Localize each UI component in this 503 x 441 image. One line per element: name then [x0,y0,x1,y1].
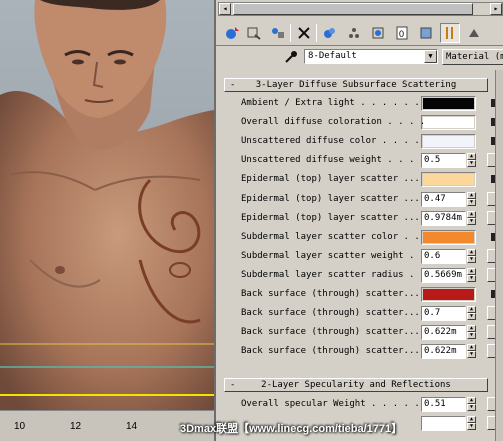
viewport[interactable]: 10 12 14 [0,0,214,441]
material-name-row: 8-Default ▼ Material (mi [216,46,503,68]
parameter-row: Subdermal layer scatter radius . . 0.5669… [216,267,499,283]
spinner-arrows-icon[interactable]: ▲ ▼ [467,191,476,207]
parameter-label: Subdermal layer scatter color . . [241,231,420,242]
timeline-tick: 10 [14,421,26,432]
value-spinner-field[interactable]: 0.6 [421,248,466,264]
reset-icon[interactable] [294,23,314,43]
spinner-arrows-icon[interactable]: ▲ ▼ [467,210,476,226]
parameter-row: Epidermal (top) layer scatter ... 0.9784m… [216,210,499,226]
parameter-label: Overall specular Weight . . . . . [241,399,420,409]
value-spinner-field[interactable] [421,416,466,432]
eyedropper-icon[interactable] [284,50,298,67]
scroll-right-arrow-icon[interactable]: ▸ [490,3,502,15]
make-unique-icon[interactable] [344,23,364,43]
color-swatch[interactable] [421,229,476,245]
rollout-title: 3-Layer Diffuse Subsurface Scattering [255,80,457,90]
parameter-label: Epidermal (top) layer scatter ... [241,193,420,204]
color-swatch[interactable] [421,96,476,111]
parameter-row: Back surface (through) scatter... 0.622m ▲… [216,324,499,341]
parameter-row: Epidermal (top) layer scatter ... [216,171,495,188]
parameter-row: Overall specular Weight . . . . . 0.51 ▲ ▼ [216,396,499,412]
put-to-library-icon[interactable] [368,23,388,43]
value-spinner-field[interactable]: 0.7 [421,306,466,322]
parameter-row: Overall diffuse coloration . . . . [216,114,495,131]
color-swatch[interactable] [421,172,476,188]
spinner-arrows-icon[interactable]: ▲ ▼ [467,153,476,168]
copy-material-icon[interactable] [320,23,340,43]
color-swatch[interactable] [421,134,476,150]
parameter-label: Unscattered diffuse weight . . . . [241,155,426,166]
value-spinner-field[interactable]: 0.5669m [421,267,466,283]
value-spinner-field[interactable]: 0.622m [421,325,466,341]
material-effects-channel-icon[interactable]: 0 [392,23,412,43]
value-spinner-field[interactable]: 0.9784m [421,210,466,226]
put-to-scene-icon[interactable] [244,23,264,43]
rollout-title: 2-Layer Specularity and Reflections [261,380,451,390]
parameter-label: Subdermal layer scatter radius . . [241,269,426,280]
material-type-button[interactable]: Material (mi [442,49,503,65]
editor-scrollbar[interactable] [495,70,503,441]
parameter-row: Back surface (through) scatter... [216,286,495,302]
parameter-row: Back surface (through) scatter... 0.7 ▲ ▼ [216,305,499,322]
spinner-arrows-icon[interactable]: ▲ ▼ [467,248,476,264]
parameter-label: Subdermal layer scatter weight . . [241,250,426,261]
parameter-row: Epidermal (top) layer scatter ... 0.47 ▲ ▼ [216,191,499,207]
spinner-arrows-icon[interactable]: ▲ ▼ [467,397,476,412]
timeline-tick: 12 [70,421,82,432]
sample-slots-scrollbar[interactable]: ◂ ▸ [218,2,503,16]
parameter-label: Unscattered diffuse color . . . . . [241,136,431,147]
parameter-label: Ambient / Extra light . . . . . . . [241,98,431,108]
scroll-left-arrow-icon[interactable]: ◂ [219,3,231,15]
parameter-label: Overall diffuse coloration . . . . [241,117,426,128]
parameter-label: Back surface (through) scatter... [241,308,420,319]
parameter-label: Epidermal (top) layer scatter ... [241,174,420,185]
value-spinner-field[interactable]: 0.622m [421,344,466,360]
spinner-arrows-icon[interactable]: ▲ ▼ [467,267,476,283]
spinner-arrows-icon[interactable]: ▲ ▼ [467,344,476,359]
parameter-label: Back surface (through) scatter... [241,289,420,299]
parameter-row: Subdermal layer scatter color . . [216,229,495,245]
spinner-arrows-icon[interactable]: ▲ ▼ [467,306,476,321]
parameter-row: Subdermal layer scatter weight . . 0.6 ▲ ▼ [216,248,499,264]
value-spinner-field[interactable]: 0.5 [421,153,466,169]
parameter-row: Ambient / Extra light . . . . . . . [216,95,495,111]
spinner-arrows-icon[interactable]: ▲ ▼ [467,416,476,431]
watermark: 3Dmax联盟【www.linecg.com/tieba/1771】 [180,423,403,435]
scrollbar-thumb[interactable] [233,3,473,15]
material-name-field[interactable]: 8-Default [304,49,438,64]
value-spinner-field[interactable]: 0.51 [421,397,466,412]
chevron-down-icon[interactable]: ▼ [424,50,437,63]
parameter-label: Back surface (through) scatter... [241,327,420,338]
rollout-subsurface-header[interactable]: - 3-Layer Diffuse Subsurface Scattering [224,78,488,92]
color-swatch[interactable] [421,287,476,302]
show-end-result-icon[interactable] [440,23,460,43]
svg-text:0: 0 [399,29,404,39]
value-spinner-field[interactable]: 0.47 [421,191,466,207]
parameter-label: Back surface (through) scatter... [241,346,420,357]
material-toolbar: 0 [216,20,503,46]
get-material-icon[interactable] [222,23,242,43]
parameter-row: Unscattered diffuse color . . . . . [216,133,495,150]
go-to-parent-icon[interactable] [464,23,484,43]
viewport-render [0,0,214,441]
material-editor: ◂ ▸ 0 8-Default ▼ Material (- 3-Layer D… [214,0,503,441]
timeline-tick: 14 [126,421,138,432]
show-map-icon[interactable] [416,23,436,43]
rollout-specularity-header[interactable]: - 2-Layer Specularity and Reflections [224,378,488,392]
assign-material-icon[interactable] [268,23,288,43]
parameter-label: Epidermal (top) layer scatter ... [241,212,420,223]
color-swatch[interactable] [421,115,476,131]
parameter-row: Back surface (through) scatter... 0.622m ▲… [216,343,499,360]
parameter-row: Unscattered diffuse weight . . . . 0.5 ▲ ▼ [216,152,499,169]
spinner-arrows-icon[interactable]: ▲ ▼ [467,325,476,340]
